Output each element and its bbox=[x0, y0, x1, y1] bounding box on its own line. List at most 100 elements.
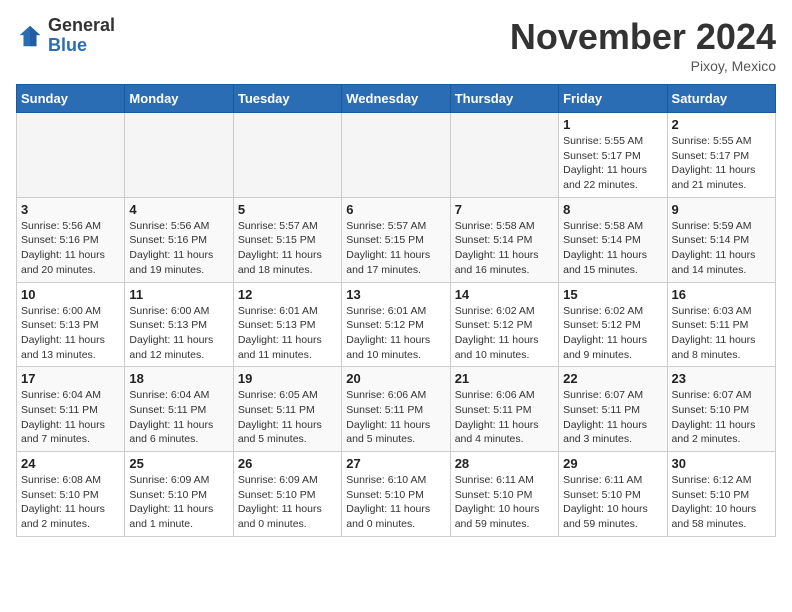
day-info: Sunrise: 6:08 AMSunset: 5:10 PMDaylight:… bbox=[21, 473, 120, 532]
day-number: 1 bbox=[563, 117, 662, 132]
day-info: Sunrise: 6:02 AMSunset: 5:12 PMDaylight:… bbox=[455, 304, 554, 363]
title-block: November 2024 Pixoy, Mexico bbox=[510, 16, 776, 74]
day-info: Sunrise: 5:57 AMSunset: 5:15 PMDaylight:… bbox=[238, 219, 337, 278]
calendar-cell: 25Sunrise: 6:09 AMSunset: 5:10 PMDayligh… bbox=[125, 452, 233, 537]
calendar-cell: 28 Sunrise: 6:11 AMSunset: 5:10 PMDayligh… bbox=[450, 452, 558, 537]
day-number: 24 bbox=[21, 456, 120, 471]
weekday-header: Tuesday bbox=[233, 85, 341, 113]
day-info: Sunrise: 6:12 AMSunset: 5:10 PMDaylight:… bbox=[672, 473, 771, 532]
day-number: 21 bbox=[455, 371, 554, 386]
day-info: Sunrise: 6:03 AMSunset: 5:11 PMDaylight:… bbox=[672, 304, 771, 363]
day-info: Sunrise: 6:00 AMSunset: 5:13 PMDaylight:… bbox=[21, 304, 120, 363]
calendar-cell: 19Sunrise: 6:05 AMSunset: 5:11 PMDayligh… bbox=[233, 367, 341, 452]
day-number: 12 bbox=[238, 287, 337, 302]
day-number: 17 bbox=[21, 371, 120, 386]
calendar-cell: 7 Sunrise: 5:58 AMSunset: 5:14 PMDaylight… bbox=[450, 197, 558, 282]
calendar-cell bbox=[125, 113, 233, 198]
calendar-week-row: 3 Sunrise: 5:56 AMSunset: 5:16 PMDaylight… bbox=[17, 197, 776, 282]
day-info: Sunrise: 6:07 AMSunset: 5:11 PMDaylight:… bbox=[563, 388, 662, 447]
calendar-cell: 3 Sunrise: 5:56 AMSunset: 5:16 PMDaylight… bbox=[17, 197, 125, 282]
calendar-cell: 29 Sunrise: 6:11 AMSunset: 5:10 PMDayligh… bbox=[559, 452, 667, 537]
weekday-header: Friday bbox=[559, 85, 667, 113]
page-header: General Blue November 2024 Pixoy, Mexico bbox=[16, 16, 776, 74]
day-info: Sunrise: 6:11 AMSunset: 5:10 PMDaylight:… bbox=[455, 473, 554, 532]
day-info: Sunrise: 6:02 AMSunset: 5:12 PMDaylight:… bbox=[563, 304, 662, 363]
day-number: 20 bbox=[346, 371, 445, 386]
day-number: 10 bbox=[21, 287, 120, 302]
day-number: 6 bbox=[346, 202, 445, 217]
calendar-cell: 8 Sunrise: 5:58 AMSunset: 5:14 PMDaylight… bbox=[559, 197, 667, 282]
logo-icon bbox=[16, 22, 44, 50]
calendar-cell: 1 Sunrise: 5:55 AMSunset: 5:17 PMDaylight… bbox=[559, 113, 667, 198]
day-number: 4 bbox=[129, 202, 228, 217]
day-number: 22 bbox=[563, 371, 662, 386]
calendar-header-row: SundayMondayTuesdayWednesdayThursdayFrid… bbox=[17, 85, 776, 113]
calendar-cell: 6 Sunrise: 5:57 AMSunset: 5:15 PMDaylight… bbox=[342, 197, 450, 282]
day-info: Sunrise: 6:01 AMSunset: 5:12 PMDaylight:… bbox=[346, 304, 445, 363]
day-info: Sunrise: 6:00 AMSunset: 5:13 PMDaylight:… bbox=[129, 304, 228, 363]
calendar-cell: 30 Sunrise: 6:12 AMSunset: 5:10 PMDayligh… bbox=[667, 452, 775, 537]
weekday-header: Saturday bbox=[667, 85, 775, 113]
calendar-cell: 23Sunrise: 6:07 AMSunset: 5:10 PMDayligh… bbox=[667, 367, 775, 452]
calendar-cell: 2 Sunrise: 5:55 AMSunset: 5:17 PMDaylight… bbox=[667, 113, 775, 198]
calendar-cell bbox=[17, 113, 125, 198]
weekday-header: Sunday bbox=[17, 85, 125, 113]
day-number: 15 bbox=[563, 287, 662, 302]
calendar-cell: 14Sunrise: 6:02 AMSunset: 5:12 PMDayligh… bbox=[450, 282, 558, 367]
calendar-week-row: 1 Sunrise: 5:55 AMSunset: 5:17 PMDaylight… bbox=[17, 113, 776, 198]
calendar-cell: 20 Sunrise: 6:06 AMSunset: 5:11 PMDayligh… bbox=[342, 367, 450, 452]
day-info: Sunrise: 5:56 AMSunset: 5:16 PMDaylight:… bbox=[21, 219, 120, 278]
day-number: 23 bbox=[672, 371, 771, 386]
day-info: Sunrise: 6:05 AMSunset: 5:11 PMDaylight:… bbox=[238, 388, 337, 447]
day-number: 11 bbox=[129, 287, 228, 302]
calendar-cell: 26 Sunrise: 6:09 AMSunset: 5:10 PMDayligh… bbox=[233, 452, 341, 537]
day-info: Sunrise: 6:09 AMSunset: 5:10 PMDaylight:… bbox=[238, 473, 337, 532]
day-number: 7 bbox=[455, 202, 554, 217]
day-info: Sunrise: 5:58 AMSunset: 5:14 PMDaylight:… bbox=[455, 219, 554, 278]
calendar-cell: 11 Sunrise: 6:00 AMSunset: 5:13 PMDayligh… bbox=[125, 282, 233, 367]
weekday-header: Monday bbox=[125, 85, 233, 113]
calendar-cell: 21 Sunrise: 6:06 AMSunset: 5:11 PMDayligh… bbox=[450, 367, 558, 452]
day-number: 28 bbox=[455, 456, 554, 471]
day-info: Sunrise: 6:11 AMSunset: 5:10 PMDaylight:… bbox=[563, 473, 662, 532]
calendar-cell bbox=[342, 113, 450, 198]
day-info: Sunrise: 5:59 AMSunset: 5:14 PMDaylight:… bbox=[672, 219, 771, 278]
day-info: Sunrise: 6:04 AMSunset: 5:11 PMDaylight:… bbox=[129, 388, 228, 447]
calendar-cell: 15 Sunrise: 6:02 AMSunset: 5:12 PMDayligh… bbox=[559, 282, 667, 367]
weekday-header: Thursday bbox=[450, 85, 558, 113]
calendar-cell: 16 Sunrise: 6:03 AMSunset: 5:11 PMDayligh… bbox=[667, 282, 775, 367]
day-info: Sunrise: 5:58 AMSunset: 5:14 PMDaylight:… bbox=[563, 219, 662, 278]
day-info: Sunrise: 5:57 AMSunset: 5:15 PMDaylight:… bbox=[346, 219, 445, 278]
day-number: 3 bbox=[21, 202, 120, 217]
day-number: 26 bbox=[238, 456, 337, 471]
calendar-week-row: 10 Sunrise: 6:00 AMSunset: 5:13 PMDayligh… bbox=[17, 282, 776, 367]
weekday-header: Wednesday bbox=[342, 85, 450, 113]
calendar-cell bbox=[450, 113, 558, 198]
calendar-cell: 27Sunrise: 6:10 AMSunset: 5:10 PMDayligh… bbox=[342, 452, 450, 537]
day-number: 18 bbox=[129, 371, 228, 386]
day-number: 5 bbox=[238, 202, 337, 217]
location: Pixoy, Mexico bbox=[510, 58, 776, 74]
day-number: 25 bbox=[129, 456, 228, 471]
calendar-cell: 18 Sunrise: 6:04 AMSunset: 5:11 PMDayligh… bbox=[125, 367, 233, 452]
day-info: Sunrise: 5:55 AMSunset: 5:17 PMDaylight:… bbox=[672, 134, 771, 193]
calendar-cell: 12Sunrise: 6:01 AMSunset: 5:13 PMDayligh… bbox=[233, 282, 341, 367]
day-number: 8 bbox=[563, 202, 662, 217]
day-number: 30 bbox=[672, 456, 771, 471]
calendar-cell: 17 Sunrise: 6:04 AMSunset: 5:11 PMDayligh… bbox=[17, 367, 125, 452]
day-number: 2 bbox=[672, 117, 771, 132]
calendar-cell: 13 Sunrise: 6:01 AMSunset: 5:12 PMDayligh… bbox=[342, 282, 450, 367]
day-info: Sunrise: 6:04 AMSunset: 5:11 PMDaylight:… bbox=[21, 388, 120, 447]
day-number: 13 bbox=[346, 287, 445, 302]
day-info: Sunrise: 5:55 AMSunset: 5:17 PMDaylight:… bbox=[563, 134, 662, 193]
day-number: 27 bbox=[346, 456, 445, 471]
calendar-cell: 5 Sunrise: 5:57 AMSunset: 5:15 PMDaylight… bbox=[233, 197, 341, 282]
calendar: SundayMondayTuesdayWednesdayThursdayFrid… bbox=[16, 84, 776, 537]
day-number: 16 bbox=[672, 287, 771, 302]
logo: General Blue bbox=[16, 16, 115, 56]
month-title: November 2024 bbox=[510, 16, 776, 58]
day-info: Sunrise: 6:06 AMSunset: 5:11 PMDaylight:… bbox=[346, 388, 445, 447]
logo-text: General Blue bbox=[48, 16, 115, 56]
day-number: 29 bbox=[563, 456, 662, 471]
day-info: Sunrise: 6:06 AMSunset: 5:11 PMDaylight:… bbox=[455, 388, 554, 447]
